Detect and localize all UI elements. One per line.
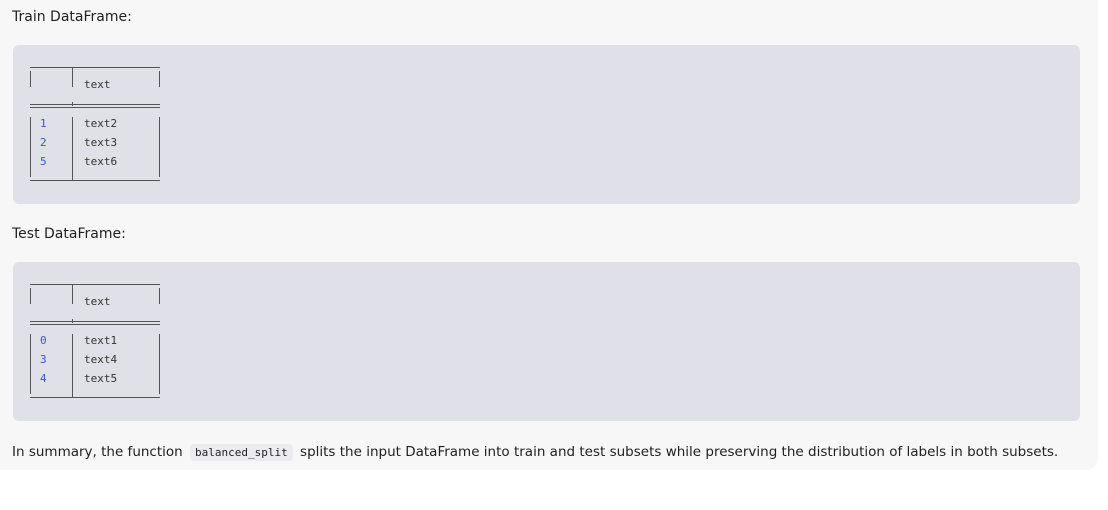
summary-text-after: splits the input DataFrame into train an… <box>300 444 1059 460</box>
train-row-index: 2 <box>40 136 47 149</box>
train-row-index: 5 <box>40 155 47 168</box>
test-row-value: text4 <box>84 353 118 366</box>
test-heading: Test DataFrame: <box>12 226 126 242</box>
train-dataframe-table: text 1 text2 2 text3 5 text6 <box>30 67 160 181</box>
test-column-header: text <box>84 295 111 308</box>
train-heading: Train DataFrame: <box>12 9 132 25</box>
train-row-index: 1 <box>40 117 47 130</box>
assistant-message: Train DataFrame: text 1 text2 2 text3 5 … <box>0 0 1098 470</box>
train-row-value: text3 <box>84 136 118 149</box>
test-row-index: 0 <box>40 334 47 347</box>
train-row-value: text2 <box>84 117 118 130</box>
train-code-block: text 1 text2 2 text3 5 text6 <box>13 45 1080 204</box>
train-row-value: text6 <box>84 155 118 168</box>
test-row-index: 3 <box>40 353 47 366</box>
inline-code-function-name: balanced_split <box>190 444 293 461</box>
test-code-block: text 0 text1 3 text4 4 text5 <box>13 262 1080 421</box>
train-column-header: text <box>84 78 111 91</box>
test-row-index: 4 <box>40 372 47 385</box>
test-row-value: text1 <box>84 334 118 347</box>
summary-text-before: In summary, the function <box>12 444 183 460</box>
test-row-value: text5 <box>84 372 118 385</box>
summary-paragraph: In summary, the function balanced_split … <box>12 443 1058 462</box>
test-dataframe-table: text 0 text1 3 text4 4 text5 <box>30 284 160 398</box>
